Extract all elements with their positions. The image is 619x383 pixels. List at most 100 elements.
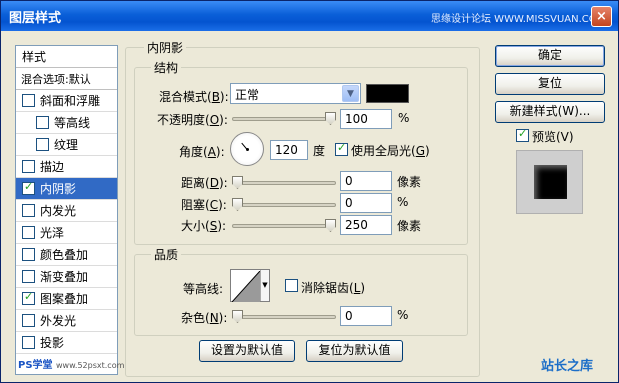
style-checkbox[interactable]: [36, 116, 49, 129]
style-item-label: 光泽: [40, 226, 65, 240]
blending-options-item[interactable]: 混合选项:默认: [16, 68, 117, 90]
global-light-label: 使用全局光(G): [351, 144, 430, 158]
styles-header[interactable]: 样式: [16, 46, 117, 68]
style-checkbox[interactable]: [22, 160, 35, 173]
chevron-down-icon[interactable]: ▼: [260, 270, 269, 301]
quality-title: 品质: [151, 246, 182, 263]
angle-unit: 度: [313, 144, 326, 158]
global-light-checkbox[interactable]: [335, 141, 348, 156]
size-label: 大小(S):: [181, 219, 227, 233]
choke-slider[interactable]: [232, 198, 336, 212]
choke-input[interactable]: 0: [340, 193, 392, 213]
style-checkbox[interactable]: [22, 248, 35, 261]
style-checkbox[interactable]: [36, 138, 49, 151]
size-slider[interactable]: [232, 219, 336, 233]
style-item-label: 内发光: [40, 204, 77, 218]
style-item-label: 等高线: [54, 116, 91, 130]
inner-shadow-title: 内阴影: [144, 39, 187, 56]
distance-label: 距离(D):: [181, 176, 228, 190]
antialias-label: 消除锯齿(L): [301, 281, 366, 295]
style-item-label: 颜色叠加: [40, 248, 89, 262]
style-list-item[interactable]: 颜色叠加: [16, 244, 117, 266]
structure-title: 结构: [151, 59, 182, 76]
slider-thumb[interactable]: [232, 176, 243, 189]
angle-dial[interactable]: [230, 132, 264, 166]
noise-label: 杂色(N):: [181, 311, 228, 325]
style-list-item[interactable]: 内阴影: [16, 178, 117, 200]
slider-thumb[interactable]: [232, 310, 243, 323]
style-item-label: 投影: [40, 336, 65, 350]
style-checkbox[interactable]: [22, 226, 35, 239]
new-style-button[interactable]: 新建样式(W)...: [495, 101, 605, 123]
choke-label: 阻塞(C):: [181, 198, 227, 212]
site-watermark: 思缘设计论坛 WWW.MISSVUAN.COM: [431, 14, 606, 25]
reset-button[interactable]: 复位: [495, 73, 605, 95]
style-checkbox[interactable]: [22, 204, 35, 217]
style-item-label: 描边: [40, 160, 65, 174]
ok-button[interactable]: 确定: [495, 45, 605, 67]
style-item-label: 内阴影: [40, 182, 77, 196]
chevron-down-icon: ▼: [342, 85, 359, 102]
style-checkbox[interactable]: [22, 270, 35, 283]
blend-mode-label: 混合模式(B):: [159, 90, 229, 104]
style-list-item[interactable]: 描边: [16, 156, 117, 178]
style-list-item[interactable]: 光泽: [16, 222, 117, 244]
style-item-label: 纹理: [54, 138, 79, 152]
close-button[interactable]: ×: [591, 6, 612, 27]
distance-unit: 像素: [397, 175, 422, 189]
contour-picker[interactable]: ▼: [230, 269, 270, 302]
opacity-slider[interactable]: [232, 112, 336, 126]
angle-label: 角度(A):: [179, 145, 225, 159]
bottom-watermark: 站长之库: [541, 359, 594, 374]
opacity-unit: %: [398, 111, 410, 125]
style-list-item[interactable]: 等高线: [16, 112, 117, 134]
style-list-item[interactable]: 外发光: [16, 310, 117, 332]
slider-thumb[interactable]: [325, 219, 336, 232]
ps-watermark: PS学堂 www.52psxt.com: [18, 360, 125, 371]
opacity-input[interactable]: 100: [340, 109, 392, 129]
noise-input[interactable]: 0: [340, 306, 392, 326]
slider-thumb[interactable]: [232, 198, 243, 211]
list-footer: PS学堂 www.52psxt.com: [16, 350, 124, 374]
style-list-item[interactable]: 内发光: [16, 200, 117, 222]
window-title: 图层样式: [9, 11, 62, 26]
set-default-button[interactable]: 设置为默认值: [199, 340, 295, 362]
opacity-label: 不透明度(O):: [157, 113, 228, 127]
angle-input[interactable]: 120: [270, 140, 308, 160]
style-item-label: 渐变叠加: [40, 270, 89, 284]
style-item-label: 外发光: [40, 314, 77, 328]
style-preview: [516, 150, 583, 214]
preview-swatch: [534, 165, 567, 199]
title-bar: 图层样式 思缘设计论坛 WWW.MISSVUAN.COM ×: [1, 1, 618, 31]
noise-slider[interactable]: [232, 310, 336, 324]
reset-default-button[interactable]: 复位为默认值: [306, 340, 403, 362]
choke-unit: %: [397, 195, 409, 209]
noise-unit: %: [397, 308, 409, 322]
style-list-item[interactable]: 渐变叠加: [16, 266, 117, 288]
size-unit: 像素: [397, 219, 422, 233]
preview-checkbox[interactable]: [516, 127, 529, 142]
style-list-item[interactable]: 斜面和浮雕: [16, 90, 117, 112]
distance-slider[interactable]: [232, 176, 336, 190]
style-checkbox[interactable]: [22, 290, 35, 305]
distance-input[interactable]: 0: [340, 171, 392, 191]
blend-mode-select[interactable]: 正常 ▼: [230, 83, 361, 104]
shadow-color-swatch[interactable]: [366, 84, 409, 103]
style-checkbox[interactable]: [22, 314, 35, 327]
antialias-checkbox[interactable]: [285, 279, 298, 292]
styles-list: 样式 混合选项:默认 斜面和浮雕等高线纹理描边内阴影内发光光泽颜色叠加渐变叠加图…: [15, 45, 124, 375]
style-item-label: 图案叠加: [40, 292, 89, 306]
contour-curve-icon: [232, 271, 260, 302]
style-item-label: 斜面和浮雕: [40, 94, 101, 108]
contour-label: 等高线:: [183, 282, 224, 296]
style-checkbox[interactable]: [22, 94, 35, 107]
size-input[interactable]: 250: [340, 215, 392, 235]
style-checkbox[interactable]: [22, 180, 35, 195]
style-list-item[interactable]: 图案叠加: [16, 288, 117, 310]
blend-mode-value: 正常: [235, 88, 260, 102]
slider-thumb[interactable]: [325, 112, 336, 125]
layer-style-dialog: 图层样式 思缘设计论坛 WWW.MISSVUAN.COM × 样式 混合选项:默…: [0, 0, 619, 383]
style-checkbox[interactable]: [22, 336, 35, 349]
style-list-item[interactable]: 纹理: [16, 134, 117, 156]
preview-label: 预览(V): [532, 130, 574, 144]
